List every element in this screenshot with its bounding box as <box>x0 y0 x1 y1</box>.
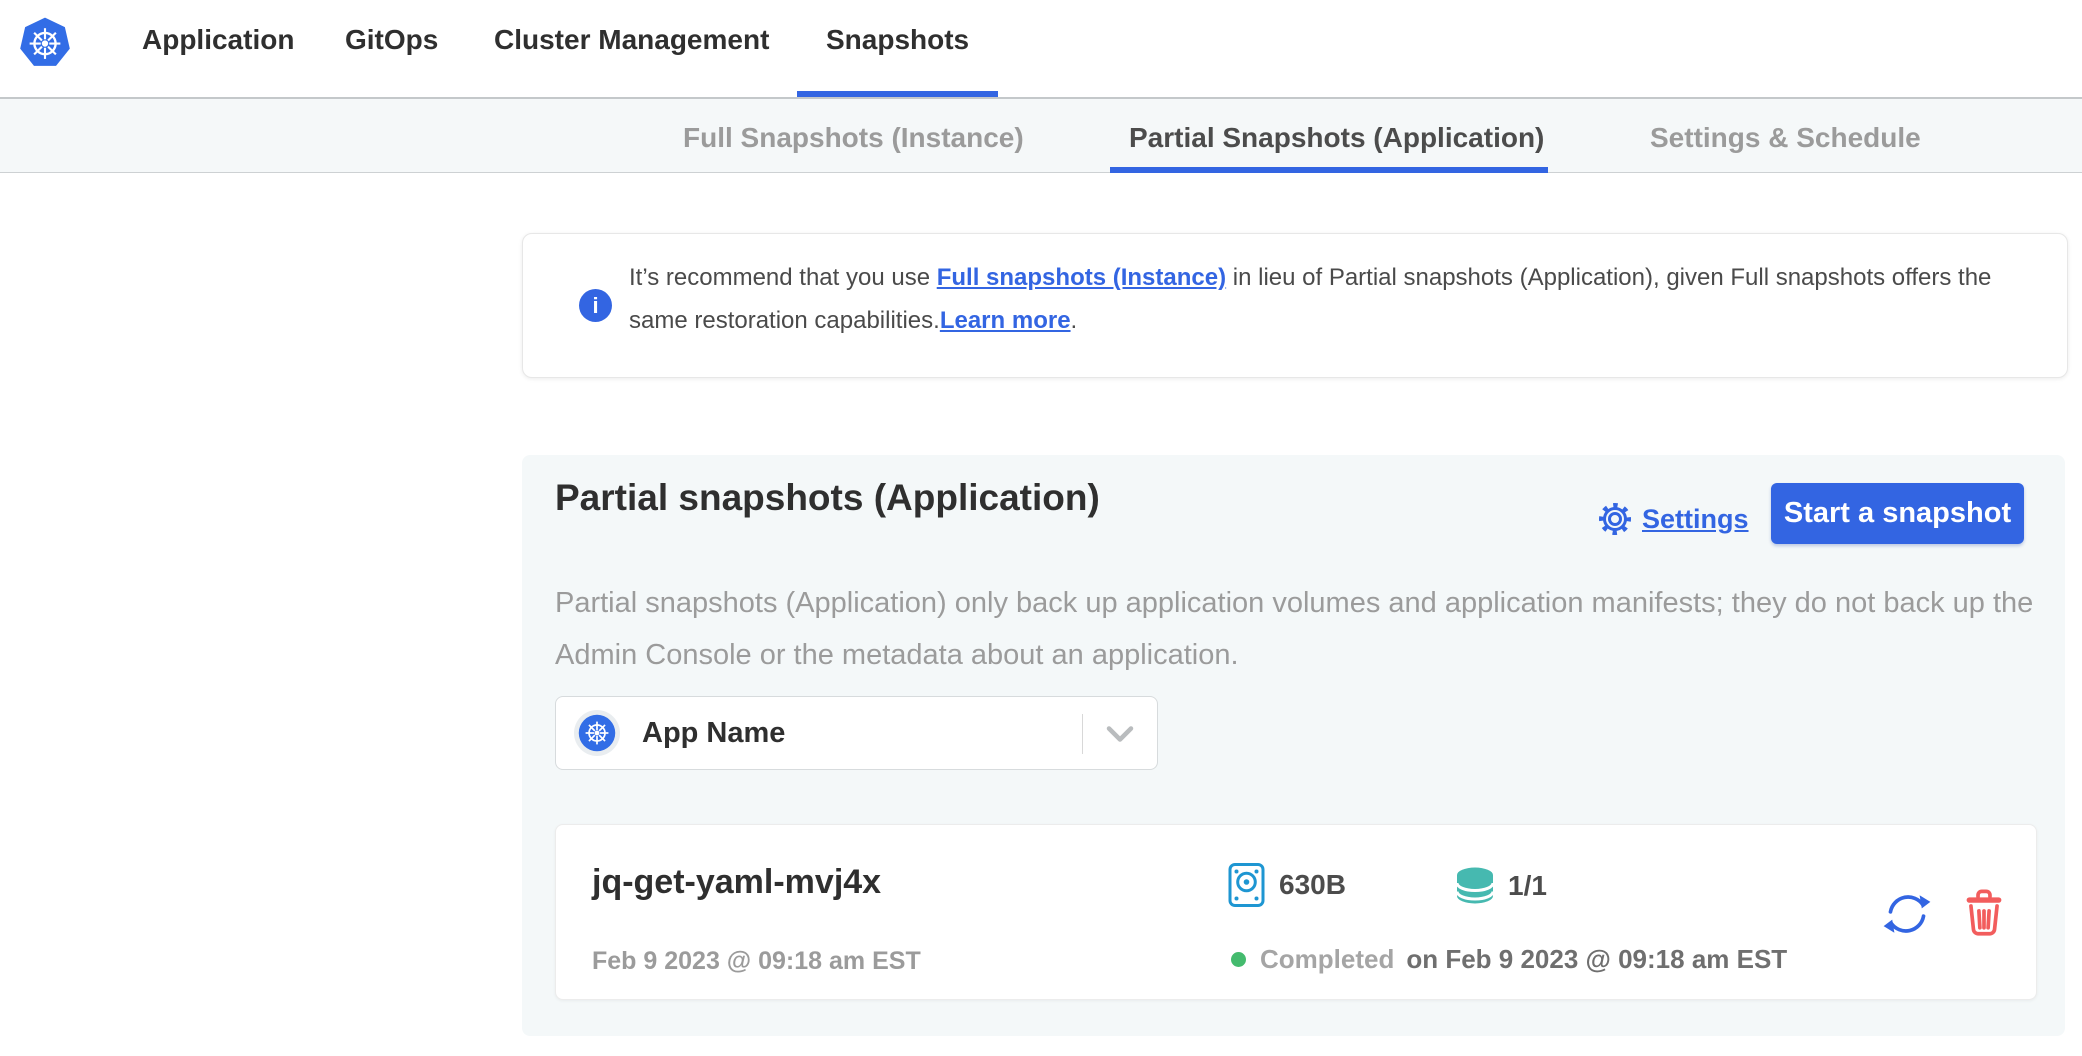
start-snapshot-button[interactable]: Start a snapshot <box>1771 483 2024 544</box>
snapshot-status: Completed on Feb 9 2023 @ 09:18 am EST <box>1231 943 1787 975</box>
banner-text-before: It’s recommend that you use <box>629 264 937 291</box>
kubernetes-logo-icon <box>18 16 72 69</box>
banner-text-after: . <box>1071 307 1078 334</box>
disk-icon <box>1228 862 1265 908</box>
partial-snapshots-panel: Partial snapshots (Application) Settings… <box>522 455 2065 1036</box>
snapshot-size-value: 630B <box>1279 869 1346 901</box>
snapshots-page: Application GitOps Cluster Management Sn… <box>0 0 2082 1056</box>
tab-settings-schedule[interactable]: Settings & Schedule <box>1650 122 1921 154</box>
nav-item-gitops[interactable]: GitOps <box>345 24 438 56</box>
restore-icon <box>1882 889 1932 939</box>
tab-full-snapshots-instance[interactable]: Full Snapshots (Instance) <box>683 122 1024 154</box>
snapshot-row: jq-get-yaml-mvj4x Feb 9 2023 @ 09:18 am … <box>555 824 2037 1000</box>
snapshot-name: jq-get-yaml-mvj4x <box>592 863 881 902</box>
database-icon <box>1454 866 1496 906</box>
status-label: Completed <box>1260 944 1394 975</box>
dropdown-divider <box>1082 714 1083 754</box>
nav-item-snapshots[interactable]: Snapshots <box>826 24 969 56</box>
full-snapshots-instance-link[interactable]: Full snapshots (Instance) <box>937 264 1226 291</box>
info-banner: i It’s recommend that you use Full snaps… <box>522 233 2068 378</box>
active-tab-underline <box>1110 167 1548 173</box>
restore-snapshot-button[interactable] <box>1882 889 1932 942</box>
top-navigation: Application GitOps Cluster Management Sn… <box>0 0 2082 97</box>
info-icon: i <box>579 289 612 322</box>
snapshot-volumes: 1/1 <box>1454 863 1547 909</box>
app-name-value: App Name <box>642 717 785 750</box>
delete-snapshot-button[interactable] <box>1962 887 2006 940</box>
nav-item-application[interactable]: Application <box>142 24 294 56</box>
panel-description: Partial snapshots (Application) only bac… <box>555 577 2040 681</box>
settings-link[interactable]: Settings <box>1597 500 1749 538</box>
trash-icon <box>1962 887 2006 937</box>
panel-title: Partial snapshots (Application) <box>555 477 1100 519</box>
snapshot-size: 630B <box>1228 859 1346 911</box>
info-banner-text: It’s recommend that you use Full snapsho… <box>629 256 2049 342</box>
tab-partial-snapshots-application[interactable]: Partial Snapshots (Application) <box>1129 122 1544 154</box>
snapshot-created-date: Feb 9 2023 @ 09:18 am EST <box>592 947 921 976</box>
learn-more-link[interactable]: Learn more <box>940 307 1071 334</box>
settings-label: Settings <box>1642 504 1749 535</box>
gear-icon <box>1597 501 1633 537</box>
nav-item-cluster-management[interactable]: Cluster Management <box>494 24 769 56</box>
app-name-dropdown[interactable]: App Name <box>555 696 1158 770</box>
kubernetes-app-icon <box>578 714 616 752</box>
chevron-down-icon[interactable] <box>1105 725 1135 744</box>
status-dot <box>1231 952 1246 967</box>
snapshots-tab-bar: Full Snapshots (Instance) Partial Snapsh… <box>0 97 2082 173</box>
app-icon-ring <box>574 710 620 756</box>
snapshot-volumes-value: 1/1 <box>1508 870 1547 902</box>
status-finished-time: on Feb 9 2023 @ 09:18 am EST <box>1406 944 1787 975</box>
